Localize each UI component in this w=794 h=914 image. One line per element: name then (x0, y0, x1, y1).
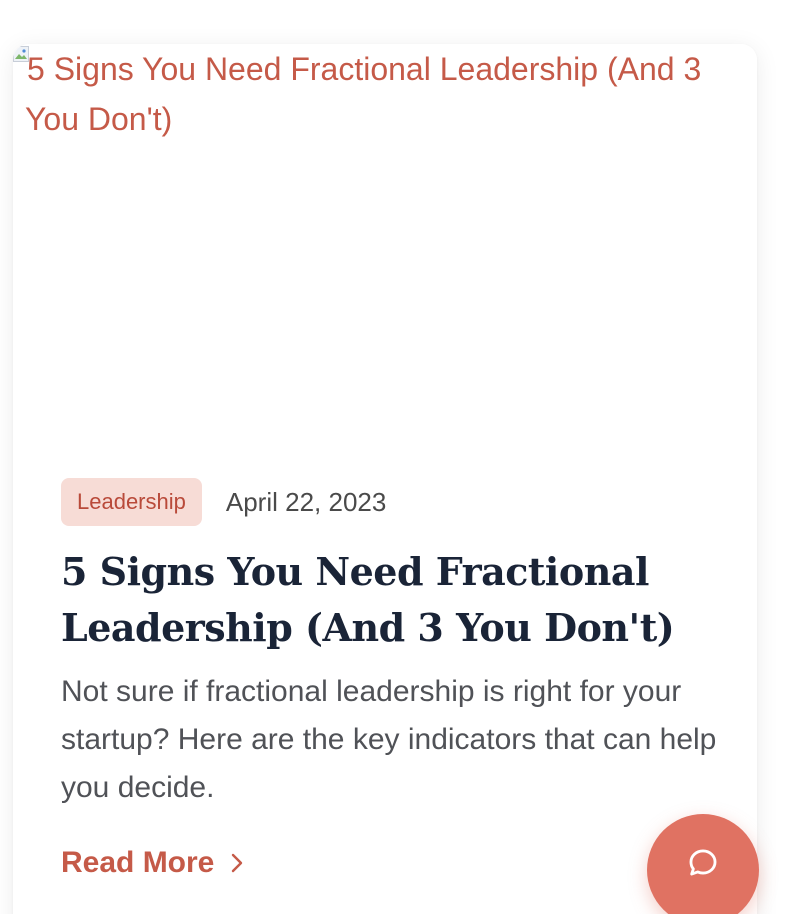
read-more-label: Read More (61, 846, 215, 879)
post-meta: Leadership April 22, 2023 (61, 478, 721, 526)
post-title[interactable]: 5 Signs You Need Fractional Leadership (… (61, 544, 721, 656)
post-date: April 22, 2023 (225, 486, 387, 517)
read-more-link[interactable]: Read More (61, 846, 246, 880)
chevron-right-icon (232, 853, 243, 873)
category-badge[interactable]: Leadership (61, 478, 202, 526)
post-content: Leadership April 22, 2023 5 Signs You Ne… (61, 478, 721, 880)
image-alt-text: 5 Signs You Need Fractional Leadership (… (25, 51, 702, 137)
post-excerpt: Not sure if fractional leadership is rig… (61, 675, 717, 804)
blog-post-card: 5 Signs You Need Fractional Leadership (… (13, 44, 757, 914)
page: 5 Signs You Need Fractional Leadership (… (0, 0, 794, 914)
chat-bubble-icon (689, 849, 717, 876)
chat-button[interactable] (647, 814, 759, 914)
post-featured-image[interactable]: 5 Signs You Need Fractional Leadership (… (13, 44, 757, 430)
